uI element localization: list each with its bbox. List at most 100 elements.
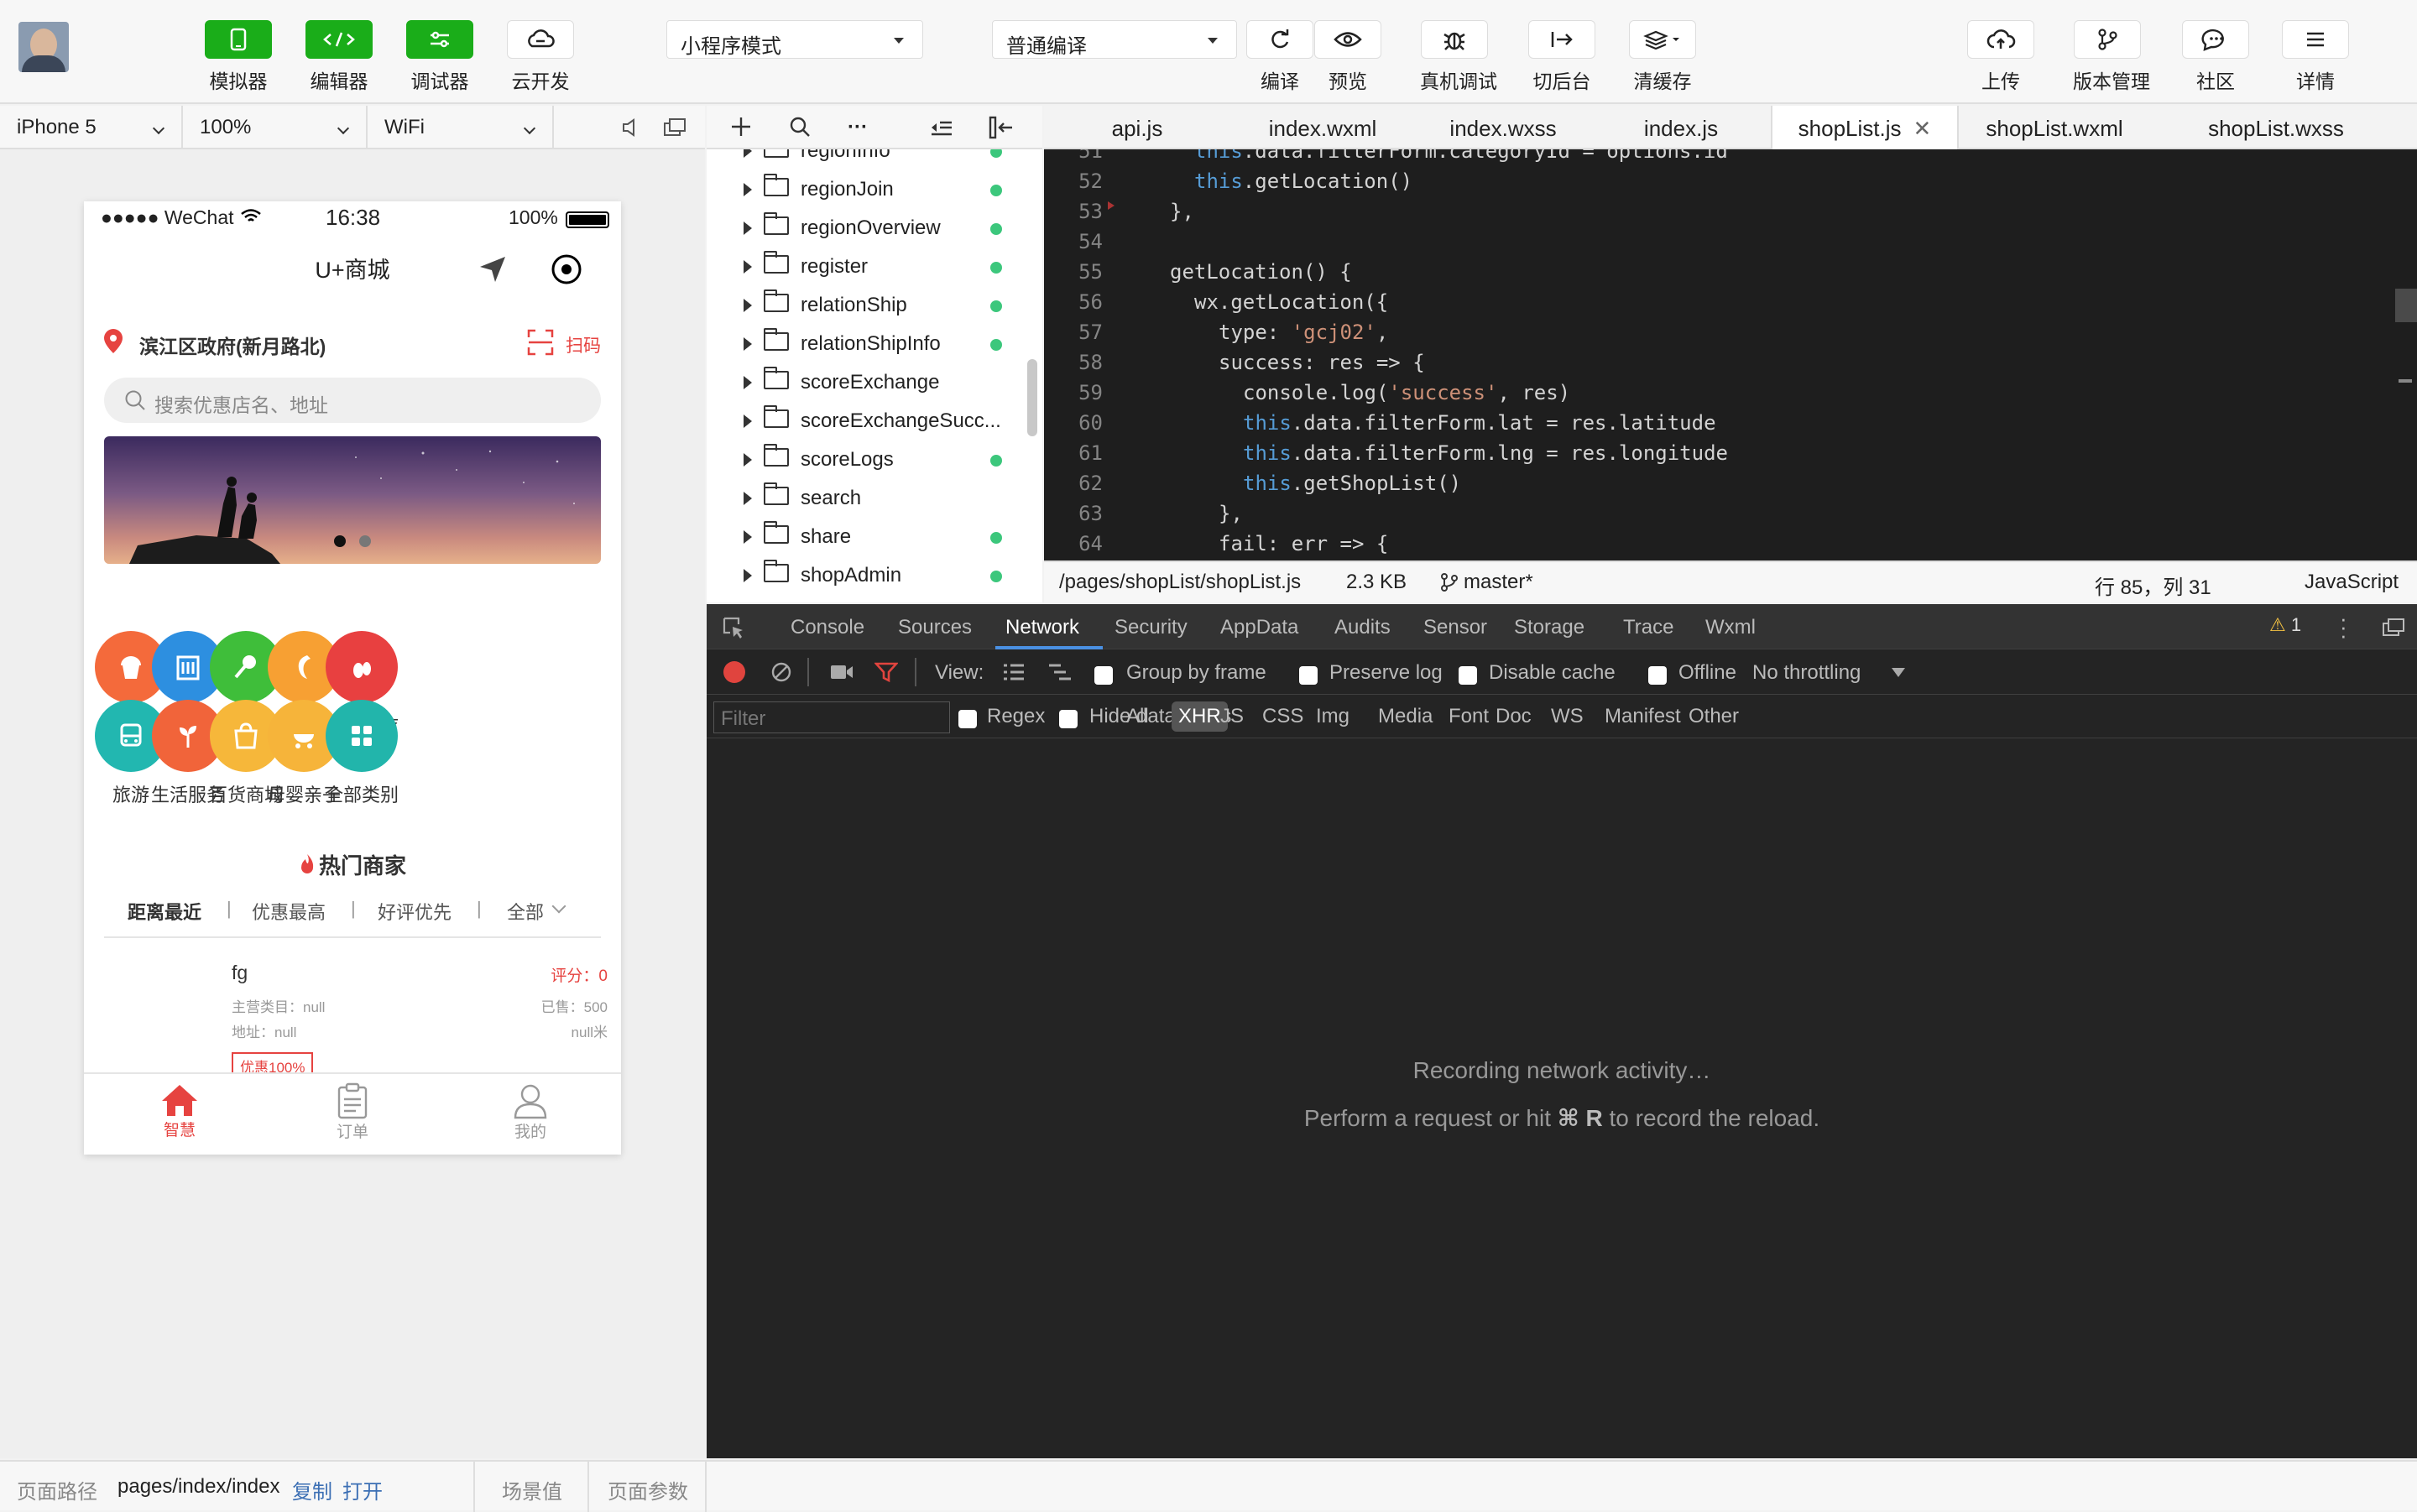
file-tree-item[interactable]: register: [707, 248, 1042, 287]
scan-label[interactable]: 扫码: [566, 332, 601, 357]
devtools-tab[interactable]: Wxml: [1705, 616, 1756, 639]
file-tree-item[interactable]: search: [707, 480, 1042, 519]
editor-tab[interactable]: shopList.js ✕: [1771, 106, 1959, 149]
speaker-icon[interactable]: [621, 117, 639, 138]
devtools-tab[interactable]: Security: [1115, 616, 1188, 639]
devtools-tab[interactable]: Storage: [1514, 616, 1584, 639]
caret-right-icon[interactable]: [744, 260, 752, 274]
caret-right-icon[interactable]: [744, 149, 752, 158]
filter-icon[interactable]: [874, 661, 898, 683]
type-filter-font[interactable]: Font: [1449, 705, 1489, 728]
devtools-tab[interactable]: Sensor: [1423, 616, 1487, 639]
warnings-count[interactable]: ⚠ 1: [2269, 614, 2301, 636]
disable-cache-checkbox[interactable]: [1459, 663, 1477, 686]
caret-right-icon[interactable]: [744, 530, 752, 544]
fold-marker-icon[interactable]: [1108, 201, 1115, 210]
sort-tab-all[interactable]: 全部: [507, 898, 544, 925]
page-params-button[interactable]: 页面参数: [608, 1475, 688, 1504]
git-branch[interactable]: master*: [1464, 571, 1533, 594]
plus-icon[interactable]: [730, 116, 752, 138]
editor-tab[interactable]: index.js: [1591, 106, 1771, 149]
scan-icon[interactable]: [527, 329, 554, 356]
outdent-icon[interactable]: [930, 117, 953, 138]
banner-dot[interactable]: [359, 535, 371, 547]
type-filter-ws[interactable]: WS: [1551, 705, 1584, 728]
file-tree-item[interactable]: shopAdmin: [707, 557, 1042, 596]
shop-card[interactable]: fg 评分：0 主营类目：null 已售：500 地址：null null米 优…: [84, 957, 621, 1080]
filter-input[interactable]: Filter: [713, 701, 950, 733]
location-text[interactable]: 滨江区政府(新月路北): [139, 331, 326, 359]
navigation-arrow-icon[interactable]: [478, 255, 507, 284]
language-mode[interactable]: JavaScript: [2305, 571, 2399, 594]
devtools-tab[interactable]: AppData: [1220, 616, 1298, 639]
type-filter-xhr[interactable]: XHR: [1172, 701, 1228, 732]
compile-button[interactable]: 编译: [1245, 20, 1314, 94]
zoom-select[interactable]: 100%: [183, 106, 368, 149]
category-item[interactable]: 全部类别: [309, 700, 415, 807]
offline-checkbox[interactable]: [1648, 663, 1667, 686]
network-select[interactable]: WiFi: [368, 106, 554, 149]
tab-home[interactable]: 智慧: [138, 1082, 222, 1140]
more-icon[interactable]: ···: [848, 116, 868, 139]
file-tree-item[interactable]: share: [707, 519, 1042, 557]
devtools-tab[interactable]: Network: [1005, 616, 1079, 639]
caret-right-icon[interactable]: [744, 569, 752, 582]
devtools-tab[interactable]: Console: [791, 616, 864, 639]
explorer-scrollbar[interactable]: [1027, 359, 1037, 436]
details-button[interactable]: 详情: [2281, 20, 2350, 94]
sort-tab-distance[interactable]: 距离最近: [128, 898, 201, 925]
tab-profile[interactable]: 我的: [488, 1082, 572, 1142]
regex-checkbox[interactable]: [958, 706, 977, 730]
inspect-element-icon[interactable]: [722, 616, 745, 639]
editor-tab[interactable]: shopList.wxss: [2150, 106, 2402, 149]
file-tree-item[interactable]: regionJoin: [707, 171, 1042, 210]
search-input[interactable]: 搜索优惠店名、地址: [104, 378, 601, 423]
simulator-button[interactable]: 模拟器: [204, 20, 273, 94]
copy-link[interactable]: 复制: [292, 1475, 332, 1504]
group-by-frame-checkbox[interactable]: [1094, 663, 1113, 686]
debugger-button[interactable]: 调试器: [405, 20, 474, 94]
close-icon[interactable]: ✕: [1913, 116, 1932, 141]
caret-right-icon[interactable]: [744, 492, 752, 505]
file-tree-item[interactable]: regionOverview: [707, 210, 1042, 248]
list-view-icon[interactable]: [1002, 663, 1026, 681]
tab-orders[interactable]: 订单: [311, 1082, 394, 1142]
type-filter-media[interactable]: Media: [1378, 705, 1433, 728]
editor-tab[interactable]: api.js: [1044, 106, 1230, 149]
banner-dot-active[interactable]: [334, 535, 346, 547]
device-select[interactable]: iPhone 5: [0, 106, 183, 149]
type-filter-manifest[interactable]: Manifest: [1605, 705, 1681, 728]
preview-button[interactable]: 预览: [1313, 20, 1382, 94]
editor-button[interactable]: 编辑器: [305, 20, 373, 94]
editor-tab[interactable]: index.wxss: [1415, 106, 1591, 149]
file-tree-item[interactable]: relationShip: [707, 287, 1042, 326]
clear-cache-button[interactable]: 清缓存: [1628, 20, 1697, 94]
community-button[interactable]: 社区: [2181, 20, 2250, 94]
compile-mode-select[interactable]: 普通编译: [992, 20, 1237, 59]
file-tree-item[interactable]: scoreExchangeSucc...: [707, 403, 1042, 441]
chevron-down-icon[interactable]: [551, 899, 566, 914]
code-editor[interactable]: 51 this.data.filterForm.categoryId = opti…: [1044, 149, 2417, 560]
devtools-tab[interactable]: Sources: [898, 616, 972, 639]
caret-right-icon[interactable]: [744, 414, 752, 428]
caret-right-icon[interactable]: [744, 376, 752, 389]
collapse-panel-icon[interactable]: [989, 116, 1014, 139]
clear-icon[interactable]: [770, 661, 792, 683]
devtools-tab[interactable]: Audits: [1334, 616, 1391, 639]
type-filter-js[interactable]: JS: [1220, 705, 1244, 728]
open-link[interactable]: 打开: [342, 1475, 383, 1504]
upload-button[interactable]: 上传: [1966, 20, 2035, 94]
file-tree-item[interactable]: scoreExchange: [707, 364, 1042, 403]
search-icon[interactable]: [789, 116, 811, 138]
popout-icon[interactable]: [663, 117, 686, 138]
type-filter-all[interactable]: All: [1126, 705, 1149, 728]
banner-image[interactable]: [104, 436, 601, 564]
scene-button[interactable]: 场景值: [502, 1475, 562, 1504]
editor-tab[interactable]: index.wxml: [1230, 106, 1415, 149]
sort-tab-discount[interactable]: 优惠最高: [252, 898, 326, 925]
camera-icon[interactable]: [829, 663, 854, 681]
caret-right-icon[interactable]: [744, 337, 752, 351]
type-filter-doc[interactable]: Doc: [1496, 705, 1532, 728]
caret-right-icon[interactable]: [744, 222, 752, 235]
caret-right-icon[interactable]: [744, 453, 752, 467]
